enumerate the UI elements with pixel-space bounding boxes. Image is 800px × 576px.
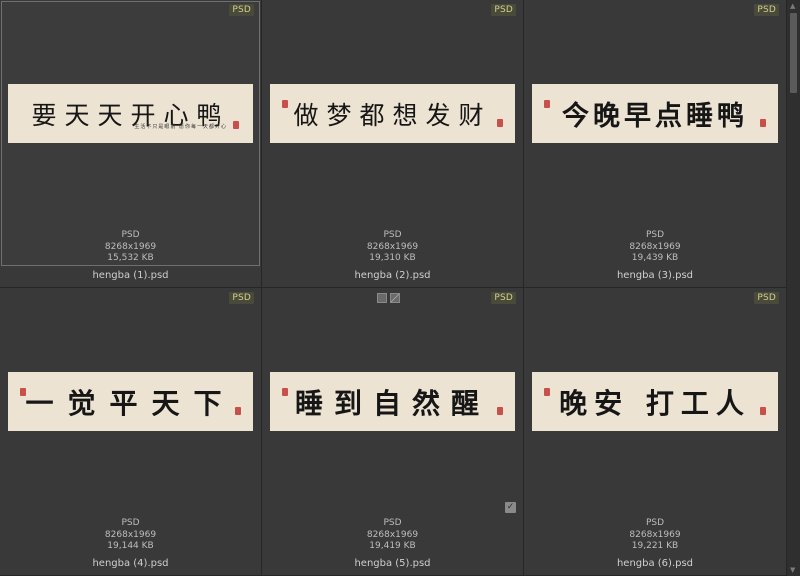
file-type-badge: PSD (754, 4, 779, 16)
file-name[interactable]: hengba (1).psd (0, 270, 261, 281)
file-type-badge: PSD (754, 292, 779, 304)
file-tile[interactable]: PSD 做梦都想发财 PSD 8268x1969 19,310 KB hengb… (262, 0, 524, 288)
thumbnail-area[interactable]: PSD 做梦都想发财 PSD 8268x1969 19,310 KB (263, 1, 522, 266)
thumbnail-image: 做梦都想发财 (270, 84, 515, 143)
file-dimensions: 8268x1969 (629, 529, 681, 540)
file-dimensions: 8268x1969 (366, 529, 419, 540)
seal-stamp (282, 100, 288, 108)
banner-text: 睡到自然醒 (294, 386, 490, 420)
file-type: PSD (383, 230, 402, 240)
file-size: 19,439 KB (631, 253, 679, 263)
seal-stamp (233, 121, 239, 129)
file-size: 19,419 KB (369, 541, 416, 551)
file-tile[interactable]: PSD 睡到自然醒 ✓ PSD 8268x1969 19,419 KB heng… (262, 288, 524, 576)
seal-stamp (282, 388, 288, 396)
seal-stamp (544, 100, 550, 108)
file-type-badge: PSD (229, 4, 254, 16)
file-info: PSD 8268x1969 19,439 KB (525, 230, 785, 265)
banner-text: 做梦都想发财 (293, 100, 492, 130)
file-type-badge: PSD (491, 292, 516, 304)
thumbnail-image: 晚安 打工人 (532, 372, 778, 431)
file-size: 19,221 KB (631, 541, 679, 551)
seal-stamp (544, 388, 550, 396)
file-info: PSD 8268x1969 19,144 KB (1, 518, 260, 553)
seal-stamp (760, 119, 766, 127)
file-name[interactable]: hengba (6).psd (524, 558, 786, 569)
file-type: PSD (121, 230, 140, 240)
banner-inscription: 生活不只是眼前 愿你每一天都开心 (134, 124, 227, 130)
file-size: 15,532 KB (107, 253, 154, 263)
file-dimensions: 8268x1969 (104, 241, 157, 252)
file-info: PSD 8268x1969 19,419 KB (263, 518, 522, 553)
seal-stamp (760, 407, 766, 415)
hover-toolbar (376, 293, 400, 303)
file-dimensions: 8268x1969 (629, 241, 681, 252)
file-size: 19,144 KB (107, 541, 154, 551)
file-type-badge: PSD (491, 4, 516, 16)
file-dimensions: 8268x1969 (104, 529, 157, 540)
thumbnail-image: 要天天开心鸭 生活不只是眼前 愿你每一天都开心 (8, 84, 253, 143)
select-checkbox[interactable]: ✓ (505, 502, 516, 513)
file-type: PSD (645, 230, 665, 240)
seal-stamp (497, 119, 503, 127)
thumbnail-area[interactable]: PSD 一觉平天下 PSD 8268x1969 19,144 KB (1, 289, 260, 554)
file-tile[interactable]: PSD 要天天开心鸭 生活不只是眼前 愿你每一天都开心 PSD 8268x196… (0, 0, 262, 288)
file-info: PSD 8268x1969 19,310 KB (263, 230, 522, 265)
thumbnail-image: 今晚早点睡鸭 (532, 84, 778, 143)
file-name[interactable]: hengba (2).psd (262, 270, 523, 281)
banner-text: 晚安 打工人 (559, 386, 751, 420)
seal-stamp (497, 407, 503, 415)
file-tile[interactable]: PSD 一觉平天下 PSD 8268x1969 19,144 KB hengba… (0, 288, 262, 576)
thumbnail-area[interactable]: PSD 晚安 打工人 PSD 8268x1969 19,221 KB (525, 289, 785, 554)
file-tile[interactable]: PSD 今晚早点睡鸭 PSD 8268x1969 19,439 KB hengb… (524, 0, 787, 288)
seal-stamp (235, 407, 241, 415)
file-name[interactable]: hengba (3).psd (524, 270, 786, 281)
thumbnail-area[interactable]: PSD 睡到自然醒 ✓ PSD 8268x1969 19,419 KB (263, 289, 522, 554)
thumbnail-area[interactable]: PSD 要天天开心鸭 生活不只是眼前 愿你每一天都开心 PSD 8268x196… (1, 1, 260, 266)
banner-text: 今晚早点睡鸭 (562, 101, 748, 132)
file-info: PSD 8268x1969 19,221 KB (525, 518, 785, 553)
file-size: 19,310 KB (369, 253, 416, 263)
thumbnail-area[interactable]: PSD 今晚早点睡鸭 PSD 8268x1969 19,439 KB (525, 1, 785, 266)
file-dimensions: 8268x1969 (366, 241, 419, 252)
file-type: PSD (645, 518, 665, 528)
file-name[interactable]: hengba (4).psd (0, 558, 261, 569)
file-info: PSD 8268x1969 15,532 KB (1, 230, 260, 265)
file-type-badge: PSD (229, 292, 254, 304)
thumbnail-image: 睡到自然醒 (270, 372, 515, 431)
file-tile[interactable]: PSD 晚安 打工人 PSD 8268x1969 19,221 KB hengb… (524, 288, 787, 576)
thumbnail-image: 一觉平天下 (8, 372, 253, 431)
scroll-down-icon[interactable]: ▼ (790, 566, 795, 574)
file-type: PSD (383, 518, 402, 528)
seal-stamp (20, 388, 26, 396)
square-icon[interactable] (376, 293, 387, 303)
file-grid: PSD 要天天开心鸭 生活不只是眼前 愿你每一天都开心 PSD 8268x196… (0, 0, 787, 576)
scrollbar-thumb[interactable] (790, 13, 797, 93)
edit-icon[interactable] (389, 293, 400, 303)
file-name[interactable]: hengba (5).psd (262, 558, 523, 569)
vertical-scrollbar[interactable]: ▲ ▼ (787, 0, 800, 576)
file-type: PSD (121, 518, 140, 528)
banner-text: 一觉平天下 (25, 386, 236, 420)
scroll-up-icon[interactable]: ▲ (790, 2, 795, 10)
